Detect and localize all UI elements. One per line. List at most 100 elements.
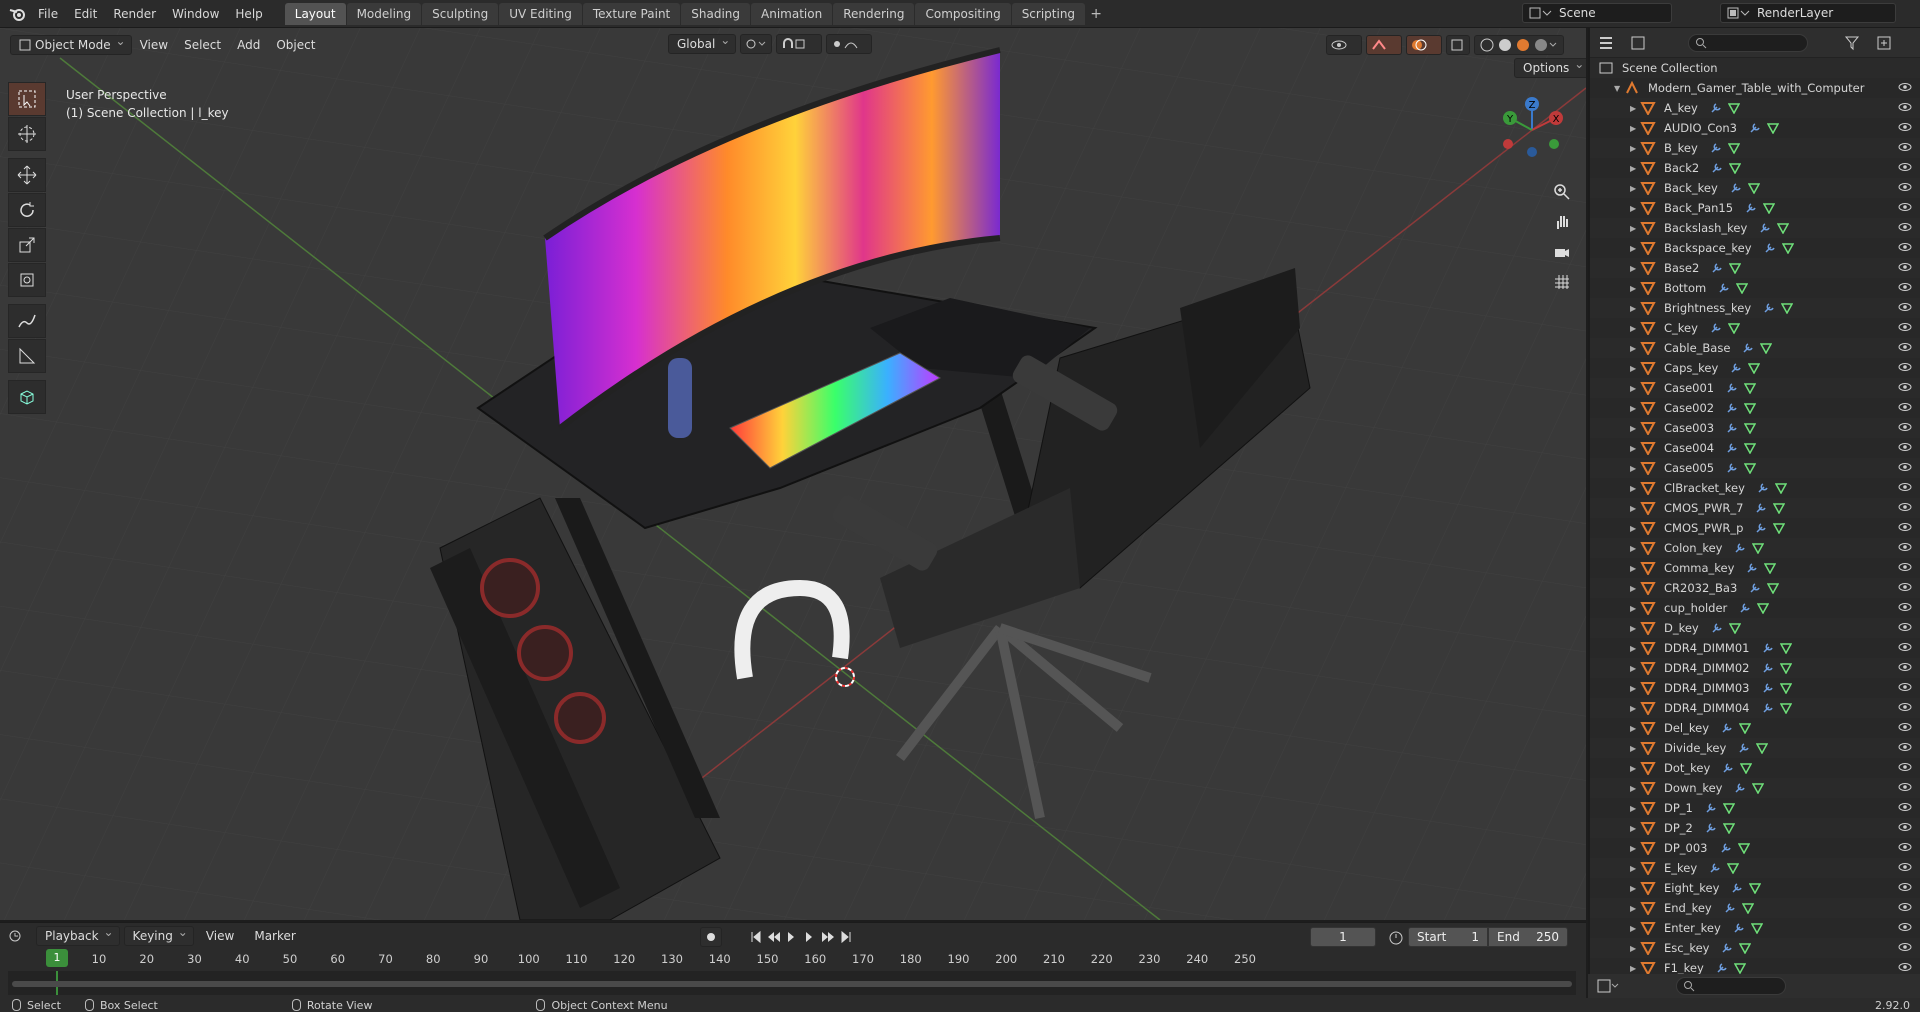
mesh-data-icon[interactable] bbox=[1744, 402, 1757, 414]
wrench-icon[interactable] bbox=[1716, 962, 1728, 974]
wrench-icon[interactable] bbox=[1722, 762, 1734, 774]
eye-icon[interactable] bbox=[1898, 681, 1912, 693]
properties-editor-icon[interactable] bbox=[1596, 978, 1622, 994]
mesh-data-icon[interactable] bbox=[1736, 282, 1749, 294]
mesh-data-icon[interactable] bbox=[1727, 142, 1740, 154]
outliner-item[interactable]: ▶ Cable_Base bbox=[1590, 338, 1920, 358]
wrench-icon[interactable] bbox=[1763, 302, 1775, 314]
outliner-item[interactable]: ▶ Down_key bbox=[1590, 778, 1920, 798]
mesh-data-icon[interactable] bbox=[1779, 682, 1792, 694]
mesh-data-icon[interactable] bbox=[1749, 882, 1762, 894]
outliner-item[interactable]: ▶ DDR4_DIMM04 bbox=[1590, 698, 1920, 718]
eye-icon[interactable] bbox=[1898, 881, 1912, 893]
expand-arrow-icon[interactable]: ▶ bbox=[1630, 924, 1640, 933]
wrench-icon[interactable] bbox=[1705, 802, 1717, 814]
timeline-view-menu[interactable]: View bbox=[198, 929, 242, 943]
eye-icon[interactable] bbox=[1898, 861, 1912, 873]
eye-icon[interactable] bbox=[1898, 801, 1912, 813]
mesh-data-icon[interactable] bbox=[1740, 762, 1753, 774]
expand-arrow-icon[interactable]: ▶ bbox=[1630, 384, 1640, 393]
eye-icon[interactable] bbox=[1898, 381, 1912, 393]
eye-icon[interactable] bbox=[1898, 781, 1912, 793]
outliner-item[interactable]: ▶ Del_key bbox=[1590, 718, 1920, 738]
cursor-tool[interactable] bbox=[8, 117, 46, 151]
wrench-icon[interactable] bbox=[1709, 862, 1721, 874]
expand-arrow-icon[interactable]: ▶ bbox=[1630, 204, 1640, 213]
rotate-tool[interactable] bbox=[8, 193, 46, 227]
expand-arrow-icon[interactable]: ▶ bbox=[1630, 164, 1640, 173]
outliner-item[interactable]: ▶ DP_2 bbox=[1590, 818, 1920, 838]
outliner-item[interactable]: ▶ DP_003 bbox=[1590, 838, 1920, 858]
expand-arrow-icon[interactable]: ▶ bbox=[1630, 624, 1640, 633]
eye-icon[interactable] bbox=[1898, 401, 1912, 413]
add-workspace-button[interactable]: + bbox=[1086, 3, 1106, 25]
new-collection-icon[interactable] bbox=[1876, 35, 1894, 51]
eye-icon[interactable] bbox=[1898, 81, 1912, 93]
mesh-data-icon[interactable] bbox=[1733, 962, 1746, 974]
mesh-data-icon[interactable] bbox=[1747, 182, 1760, 194]
wrench-icon[interactable] bbox=[1724, 902, 1736, 914]
outliner-item[interactable]: ▶ AUDIO_Con3 bbox=[1590, 118, 1920, 138]
eye-icon[interactable] bbox=[1898, 641, 1912, 653]
outliner-item[interactable]: ▶ DP_1 bbox=[1590, 798, 1920, 818]
wrench-icon[interactable] bbox=[1745, 202, 1757, 214]
mesh-data-icon[interactable] bbox=[1727, 862, 1740, 874]
expand-arrow-icon[interactable]: ▶ bbox=[1630, 864, 1640, 873]
wrench-icon[interactable] bbox=[1726, 382, 1738, 394]
transform-orientation-dropdown[interactable]: Global bbox=[668, 31, 737, 54]
expand-arrow-icon[interactable]: ▶ bbox=[1630, 584, 1640, 593]
viewport-menu-add[interactable]: Add bbox=[229, 38, 268, 52]
eye-icon[interactable] bbox=[1898, 621, 1912, 633]
eye-icon[interactable] bbox=[1898, 521, 1912, 533]
wrench-icon[interactable] bbox=[1749, 582, 1761, 594]
outliner-item[interactable]: ▶ Case001 bbox=[1590, 378, 1920, 398]
wrench-icon[interactable] bbox=[1742, 342, 1754, 354]
overlays-toggle-button[interactable] bbox=[1406, 35, 1442, 55]
expand-arrow-icon[interactable]: ▶ bbox=[1630, 364, 1640, 373]
wrench-icon[interactable] bbox=[1710, 142, 1722, 154]
eye-icon[interactable] bbox=[1898, 301, 1912, 313]
eye-icon[interactable] bbox=[1898, 241, 1912, 253]
eye-icon[interactable] bbox=[1898, 101, 1912, 113]
outliner-item[interactable]: ▶ Eight_key bbox=[1590, 878, 1920, 898]
viewport-menu-select[interactable]: Select bbox=[176, 38, 229, 52]
menu-render[interactable]: Render bbox=[105, 3, 164, 25]
tab-rendering[interactable]: Rendering bbox=[833, 2, 915, 25]
timeline-marker-menu[interactable]: Marker bbox=[246, 929, 303, 943]
outliner-item[interactable]: ▶ cup_holder bbox=[1590, 598, 1920, 618]
mesh-data-icon[interactable] bbox=[1722, 802, 1735, 814]
current-frame-indicator[interactable]: 1 bbox=[46, 949, 68, 967]
transport-buttons[interactable] bbox=[750, 930, 860, 944]
outliner-item[interactable]: ▶ CMOS_PWR_p bbox=[1590, 518, 1920, 538]
object-mode-dropdown[interactable]: Object Mode bbox=[10, 32, 132, 55]
wrench-icon[interactable] bbox=[1755, 502, 1767, 514]
mesh-data-icon[interactable] bbox=[1764, 562, 1777, 574]
filter-icon[interactable] bbox=[1844, 35, 1870, 51]
wrench-icon[interactable] bbox=[1730, 182, 1742, 194]
mesh-data-icon[interactable] bbox=[1722, 822, 1735, 834]
outliner-item[interactable]: ▶ Dot_key bbox=[1590, 758, 1920, 778]
expand-arrow-icon[interactable]: ▶ bbox=[1630, 484, 1640, 493]
outliner-search-input[interactable] bbox=[1688, 33, 1808, 52]
expand-arrow-icon[interactable]: ▶ bbox=[1630, 224, 1640, 233]
stopwatch-icon[interactable] bbox=[1388, 929, 1404, 945]
expand-arrow-icon[interactable]: ▶ bbox=[1630, 524, 1640, 533]
outliner-item[interactable]: ▶ D_key bbox=[1590, 618, 1920, 638]
timeline-editor-icon[interactable] bbox=[8, 928, 32, 944]
eye-icon[interactable] bbox=[1898, 181, 1912, 193]
scene-collection-row[interactable]: Scene Collection bbox=[1590, 58, 1920, 78]
zoom-button[interactable] bbox=[1548, 178, 1576, 206]
eye-icon[interactable] bbox=[1898, 161, 1912, 173]
outliner-item[interactable]: ▶ Case005 bbox=[1590, 458, 1920, 478]
eye-icon[interactable] bbox=[1898, 281, 1912, 293]
wrench-icon[interactable] bbox=[1711, 262, 1723, 274]
wrench-icon[interactable] bbox=[1726, 462, 1738, 474]
eye-icon[interactable] bbox=[1898, 841, 1912, 853]
mesh-data-icon[interactable] bbox=[1752, 782, 1765, 794]
eye-icon[interactable] bbox=[1898, 461, 1912, 473]
outliner-item[interactable]: ▶ Colon_key bbox=[1590, 538, 1920, 558]
wrench-icon[interactable] bbox=[1734, 542, 1746, 554]
expand-arrow-icon[interactable]: ▶ bbox=[1630, 464, 1640, 473]
timeline-scrollbar[interactable] bbox=[12, 981, 1572, 987]
3d-viewport[interactable]: Object Mode View Select Add Object Globa… bbox=[0, 28, 1586, 920]
